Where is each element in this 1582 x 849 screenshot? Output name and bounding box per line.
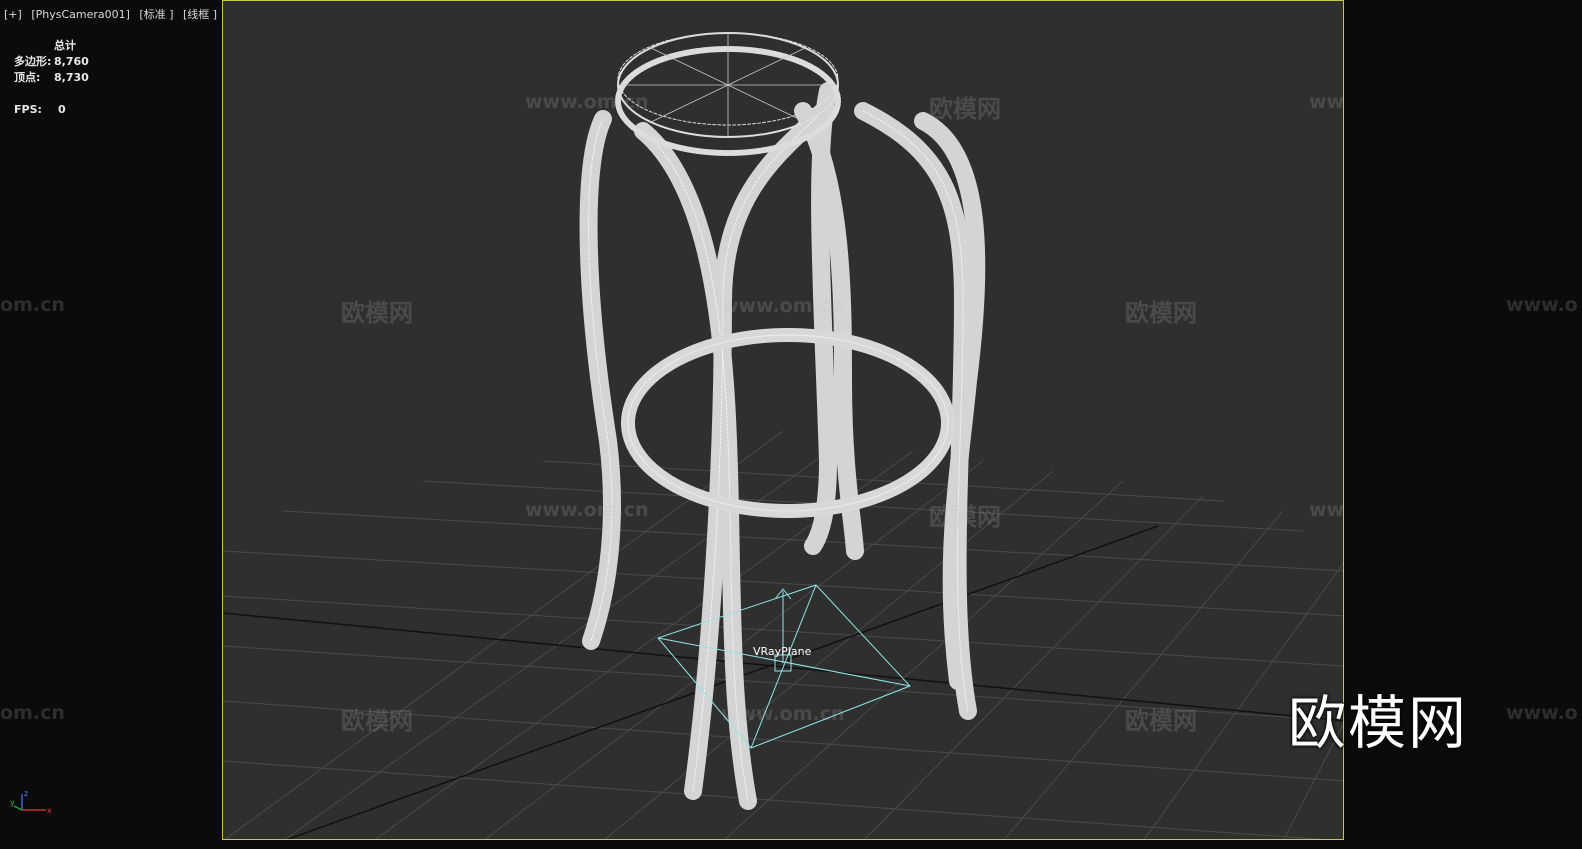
viewport-label[interactable]: [+] [PhysCamera001] [标准 ] [线框 ]	[4, 6, 223, 22]
watermark-url-partial-left: om.cn	[0, 702, 65, 724]
watermark-url: www.om.cn	[525, 499, 649, 521]
brand-logo: 欧模网	[1288, 689, 1469, 757]
watermark-cn: 欧模网	[1125, 299, 1197, 327]
watermark-url: www.om.cn	[525, 91, 649, 113]
watermark-url: www.om.cn	[721, 703, 845, 725]
fps-label: FPS:	[14, 103, 42, 116]
watermark-cn: 欧模网	[341, 707, 413, 735]
viewport-shading-wireframe[interactable]: [线框 ]	[183, 8, 217, 21]
vertices-value: 8,730	[54, 71, 89, 84]
stats-title: 总计	[54, 39, 76, 52]
polygons-label: 多边形:	[14, 55, 52, 68]
watermark-url-partial-right: www.o	[1506, 294, 1578, 316]
fps-value: 0	[58, 103, 66, 116]
perspective-viewport[interactable]: VRayPlane 欧模网 www.om.cn 欧模网 www.om.cn 欧模…	[222, 0, 1344, 840]
watermark-url-partial-left: om.cn	[0, 294, 65, 316]
watermark-url: www.om.cn	[1309, 91, 1344, 113]
watermark-cn: 欧模网	[1125, 707, 1197, 735]
gizmo-y-label: y	[10, 798, 15, 807]
scene-stats: 总计 多边形: 8,760 顶点: 8,730 FPS: 0	[14, 38, 89, 118]
watermark-url-partial-right: www.o	[1506, 702, 1578, 724]
stool-wireframe[interactable]	[579, 32, 986, 810]
watermark-url: www.om.cn	[721, 295, 845, 317]
watermark-cn: 欧模网	[341, 299, 413, 327]
watermark-url: www.om.cn	[1309, 499, 1344, 521]
polygons-value: 8,760	[54, 55, 89, 68]
gizmo-z-label: z	[24, 789, 28, 798]
watermark-cn: 欧模网	[929, 95, 1001, 123]
vertices-label: 顶点:	[14, 71, 41, 84]
vrayplane-label: VRayPlane	[753, 645, 812, 658]
viewport-menu-plus[interactable]: [+]	[4, 8, 22, 21]
viewport-shading-standard[interactable]: [标准 ]	[139, 8, 173, 21]
watermark-cn: 欧模网	[929, 503, 1001, 531]
viewport-camera-menu[interactable]: [PhysCamera001]	[31, 8, 130, 21]
axis-gizmo-icon: z x y	[10, 789, 52, 815]
gizmo-x-label: x	[47, 806, 52, 815]
